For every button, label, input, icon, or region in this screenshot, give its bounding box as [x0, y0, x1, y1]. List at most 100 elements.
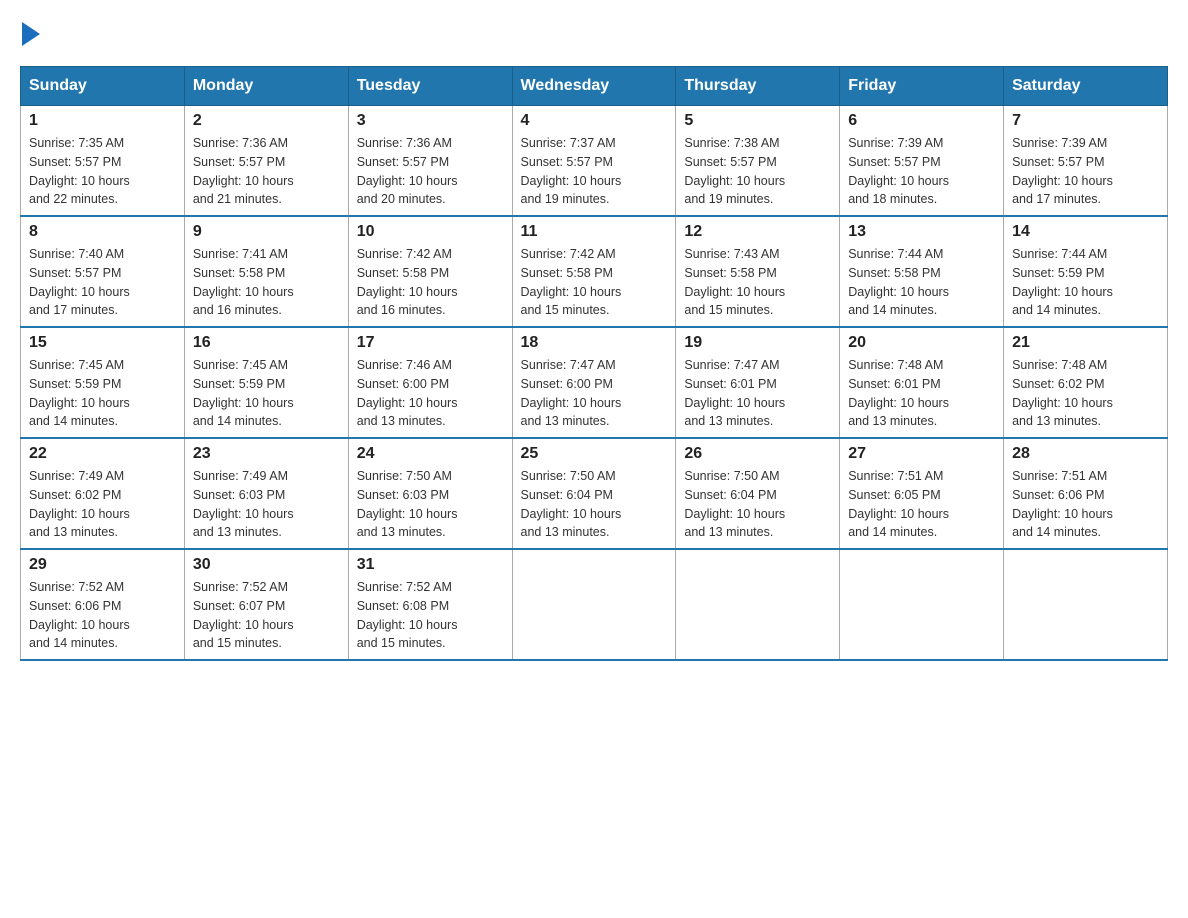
calendar-day-cell: 13 Sunrise: 7:44 AMSunset: 5:58 PMDaylig… — [840, 216, 1004, 327]
day-number: 6 — [848, 112, 995, 130]
day-number: 22 — [29, 445, 176, 463]
weekday-header: Tuesday — [348, 67, 512, 106]
day-info: Sunrise: 7:51 AMSunset: 6:05 PMDaylight:… — [848, 469, 949, 539]
day-info: Sunrise: 7:42 AMSunset: 5:58 PMDaylight:… — [521, 247, 622, 317]
calendar-day-cell: 28 Sunrise: 7:51 AMSunset: 6:06 PMDaylig… — [1004, 438, 1168, 549]
day-number: 7 — [1012, 112, 1159, 130]
day-number: 16 — [193, 334, 340, 352]
calendar-day-cell: 1 Sunrise: 7:35 AMSunset: 5:57 PMDayligh… — [21, 106, 185, 217]
day-info: Sunrise: 7:47 AMSunset: 6:01 PMDaylight:… — [684, 358, 785, 428]
day-info: Sunrise: 7:42 AMSunset: 5:58 PMDaylight:… — [357, 247, 458, 317]
calendar-day-cell — [676, 549, 840, 660]
calendar-day-cell: 4 Sunrise: 7:37 AMSunset: 5:57 PMDayligh… — [512, 106, 676, 217]
calendar-week-row: 15 Sunrise: 7:45 AMSunset: 5:59 PMDaylig… — [21, 327, 1168, 438]
day-number: 13 — [848, 223, 995, 241]
day-number: 17 — [357, 334, 504, 352]
day-number: 3 — [357, 112, 504, 130]
day-number: 9 — [193, 223, 340, 241]
calendar-day-cell: 29 Sunrise: 7:52 AMSunset: 6:06 PMDaylig… — [21, 549, 185, 660]
calendar-day-cell: 30 Sunrise: 7:52 AMSunset: 6:07 PMDaylig… — [184, 549, 348, 660]
day-info: Sunrise: 7:36 AMSunset: 5:57 PMDaylight:… — [193, 136, 294, 206]
day-number: 2 — [193, 112, 340, 130]
day-info: Sunrise: 7:47 AMSunset: 6:00 PMDaylight:… — [521, 358, 622, 428]
day-info: Sunrise: 7:46 AMSunset: 6:00 PMDaylight:… — [357, 358, 458, 428]
calendar-header: SundayMondayTuesdayWednesdayThursdayFrid… — [21, 67, 1168, 106]
calendar-day-cell: 11 Sunrise: 7:42 AMSunset: 5:58 PMDaylig… — [512, 216, 676, 327]
calendar-day-cell: 8 Sunrise: 7:40 AMSunset: 5:57 PMDayligh… — [21, 216, 185, 327]
weekday-header: Saturday — [1004, 67, 1168, 106]
calendar-day-cell: 15 Sunrise: 7:45 AMSunset: 5:59 PMDaylig… — [21, 327, 185, 438]
day-number: 29 — [29, 556, 176, 574]
day-number: 26 — [684, 445, 831, 463]
calendar-day-cell: 21 Sunrise: 7:48 AMSunset: 6:02 PMDaylig… — [1004, 327, 1168, 438]
calendar-body: 1 Sunrise: 7:35 AMSunset: 5:57 PMDayligh… — [21, 106, 1168, 661]
page-header — [20, 20, 1168, 46]
calendar-day-cell: 25 Sunrise: 7:50 AMSunset: 6:04 PMDaylig… — [512, 438, 676, 549]
day-info: Sunrise: 7:52 AMSunset: 6:06 PMDaylight:… — [29, 580, 130, 650]
calendar-week-row: 22 Sunrise: 7:49 AMSunset: 6:02 PMDaylig… — [21, 438, 1168, 549]
day-number: 19 — [684, 334, 831, 352]
weekday-header: Monday — [184, 67, 348, 106]
day-info: Sunrise: 7:52 AMSunset: 6:07 PMDaylight:… — [193, 580, 294, 650]
day-info: Sunrise: 7:45 AMSunset: 5:59 PMDaylight:… — [193, 358, 294, 428]
day-number: 28 — [1012, 445, 1159, 463]
day-info: Sunrise: 7:50 AMSunset: 6:03 PMDaylight:… — [357, 469, 458, 539]
day-info: Sunrise: 7:51 AMSunset: 6:06 PMDaylight:… — [1012, 469, 1113, 539]
day-info: Sunrise: 7:40 AMSunset: 5:57 PMDaylight:… — [29, 247, 130, 317]
day-info: Sunrise: 7:39 AMSunset: 5:57 PMDaylight:… — [1012, 136, 1113, 206]
calendar-day-cell: 31 Sunrise: 7:52 AMSunset: 6:08 PMDaylig… — [348, 549, 512, 660]
day-number: 11 — [521, 223, 668, 241]
calendar-week-row: 1 Sunrise: 7:35 AMSunset: 5:57 PMDayligh… — [21, 106, 1168, 217]
calendar-day-cell: 6 Sunrise: 7:39 AMSunset: 5:57 PMDayligh… — [840, 106, 1004, 217]
calendar-day-cell: 23 Sunrise: 7:49 AMSunset: 6:03 PMDaylig… — [184, 438, 348, 549]
calendar-table: SundayMondayTuesdayWednesdayThursdayFrid… — [20, 66, 1168, 661]
day-info: Sunrise: 7:35 AMSunset: 5:57 PMDaylight:… — [29, 136, 130, 206]
day-number: 21 — [1012, 334, 1159, 352]
calendar-day-cell: 9 Sunrise: 7:41 AMSunset: 5:58 PMDayligh… — [184, 216, 348, 327]
day-info: Sunrise: 7:48 AMSunset: 6:02 PMDaylight:… — [1012, 358, 1113, 428]
day-number: 1 — [29, 112, 176, 130]
day-info: Sunrise: 7:52 AMSunset: 6:08 PMDaylight:… — [357, 580, 458, 650]
calendar-day-cell: 16 Sunrise: 7:45 AMSunset: 5:59 PMDaylig… — [184, 327, 348, 438]
calendar-day-cell: 26 Sunrise: 7:50 AMSunset: 6:04 PMDaylig… — [676, 438, 840, 549]
day-number: 14 — [1012, 223, 1159, 241]
day-number: 5 — [684, 112, 831, 130]
calendar-day-cell: 17 Sunrise: 7:46 AMSunset: 6:00 PMDaylig… — [348, 327, 512, 438]
calendar-day-cell: 10 Sunrise: 7:42 AMSunset: 5:58 PMDaylig… — [348, 216, 512, 327]
day-number: 24 — [357, 445, 504, 463]
day-info: Sunrise: 7:39 AMSunset: 5:57 PMDaylight:… — [848, 136, 949, 206]
calendar-day-cell: 24 Sunrise: 7:50 AMSunset: 6:03 PMDaylig… — [348, 438, 512, 549]
day-number: 4 — [521, 112, 668, 130]
weekday-header: Thursday — [676, 67, 840, 106]
calendar-week-row: 29 Sunrise: 7:52 AMSunset: 6:06 PMDaylig… — [21, 549, 1168, 660]
logo-arrow-icon — [22, 22, 40, 46]
day-info: Sunrise: 7:49 AMSunset: 6:03 PMDaylight:… — [193, 469, 294, 539]
day-number: 20 — [848, 334, 995, 352]
day-number: 30 — [193, 556, 340, 574]
day-info: Sunrise: 7:44 AMSunset: 5:59 PMDaylight:… — [1012, 247, 1113, 317]
weekday-header: Wednesday — [512, 67, 676, 106]
calendar-day-cell: 22 Sunrise: 7:49 AMSunset: 6:02 PMDaylig… — [21, 438, 185, 549]
logo — [20, 20, 40, 46]
calendar-day-cell: 18 Sunrise: 7:47 AMSunset: 6:00 PMDaylig… — [512, 327, 676, 438]
day-number: 8 — [29, 223, 176, 241]
calendar-day-cell — [840, 549, 1004, 660]
day-info: Sunrise: 7:50 AMSunset: 6:04 PMDaylight:… — [521, 469, 622, 539]
day-info: Sunrise: 7:44 AMSunset: 5:58 PMDaylight:… — [848, 247, 949, 317]
day-info: Sunrise: 7:48 AMSunset: 6:01 PMDaylight:… — [848, 358, 949, 428]
weekday-header: Sunday — [21, 67, 185, 106]
day-info: Sunrise: 7:43 AMSunset: 5:58 PMDaylight:… — [684, 247, 785, 317]
calendar-day-cell: 5 Sunrise: 7:38 AMSunset: 5:57 PMDayligh… — [676, 106, 840, 217]
day-number: 18 — [521, 334, 668, 352]
calendar-day-cell: 12 Sunrise: 7:43 AMSunset: 5:58 PMDaylig… — [676, 216, 840, 327]
day-number: 25 — [521, 445, 668, 463]
day-info: Sunrise: 7:41 AMSunset: 5:58 PMDaylight:… — [193, 247, 294, 317]
calendar-day-cell: 2 Sunrise: 7:36 AMSunset: 5:57 PMDayligh… — [184, 106, 348, 217]
day-number: 23 — [193, 445, 340, 463]
day-info: Sunrise: 7:36 AMSunset: 5:57 PMDaylight:… — [357, 136, 458, 206]
weekday-header: Friday — [840, 67, 1004, 106]
day-number: 15 — [29, 334, 176, 352]
day-number: 12 — [684, 223, 831, 241]
day-info: Sunrise: 7:45 AMSunset: 5:59 PMDaylight:… — [29, 358, 130, 428]
calendar-day-cell — [1004, 549, 1168, 660]
